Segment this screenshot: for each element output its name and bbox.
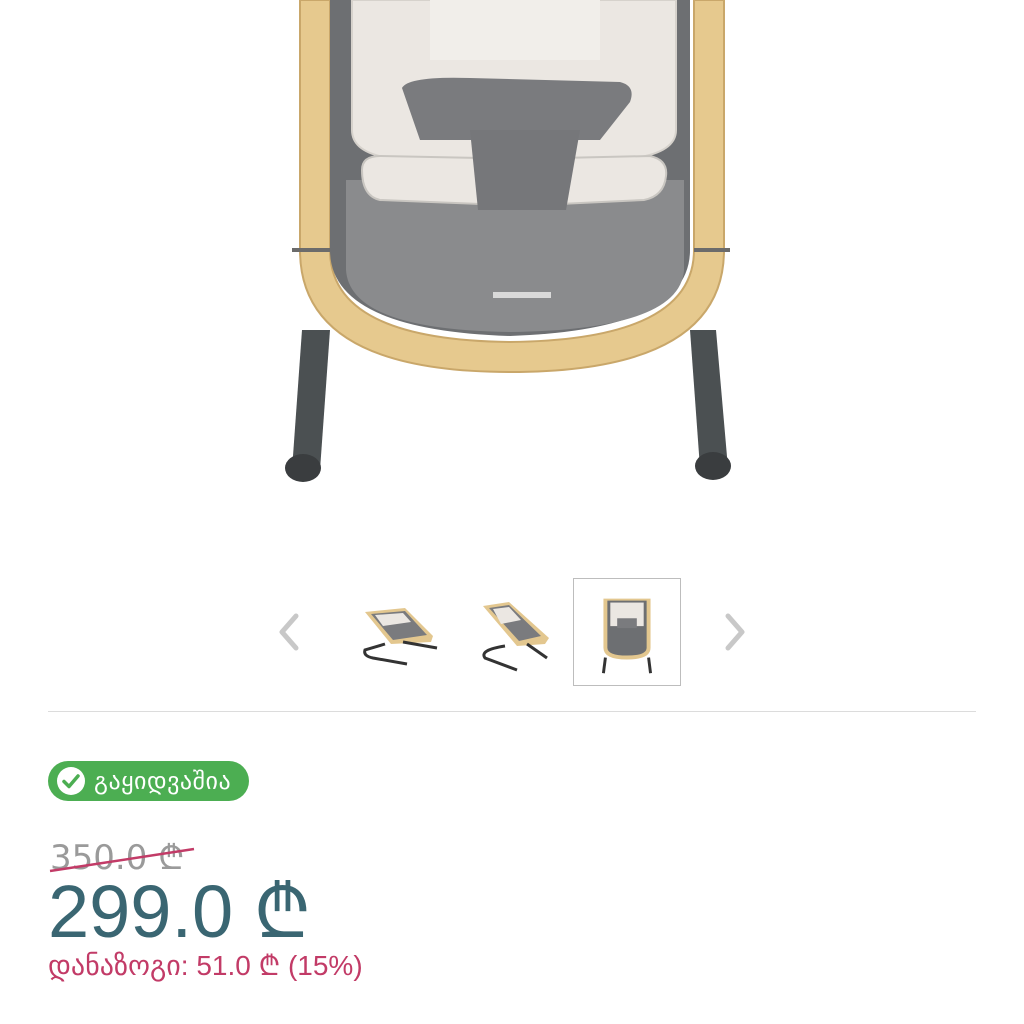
product-main-image[interactable] xyxy=(0,0,1024,540)
current-price: 299.0 ₾ xyxy=(48,870,311,953)
savings-text: დანაზოგი: 51.0 ₾ (15%) xyxy=(48,950,363,981)
chevron-right-icon xyxy=(725,613,745,651)
bouncer-angle-view-thumbnail xyxy=(482,602,549,672)
gallery-prev-button[interactable] xyxy=(272,612,306,652)
gallery-next-button[interactable] xyxy=(718,612,752,652)
bouncer-side-view-thumbnail xyxy=(363,608,438,666)
availability-label: გაყიდვაშია xyxy=(94,767,232,795)
availability-badge: გაყიდვაშია xyxy=(48,761,250,801)
gallery-thumbnail-2[interactable] xyxy=(465,578,573,686)
bouncer-front-view-thumbnail xyxy=(601,598,653,674)
gallery-thumbnail-1[interactable] xyxy=(345,578,453,686)
section-divider xyxy=(48,711,976,712)
check-circle-icon xyxy=(57,767,85,795)
gallery-thumbnail-3[interactable] xyxy=(573,578,681,686)
chevron-left-icon xyxy=(279,613,299,651)
